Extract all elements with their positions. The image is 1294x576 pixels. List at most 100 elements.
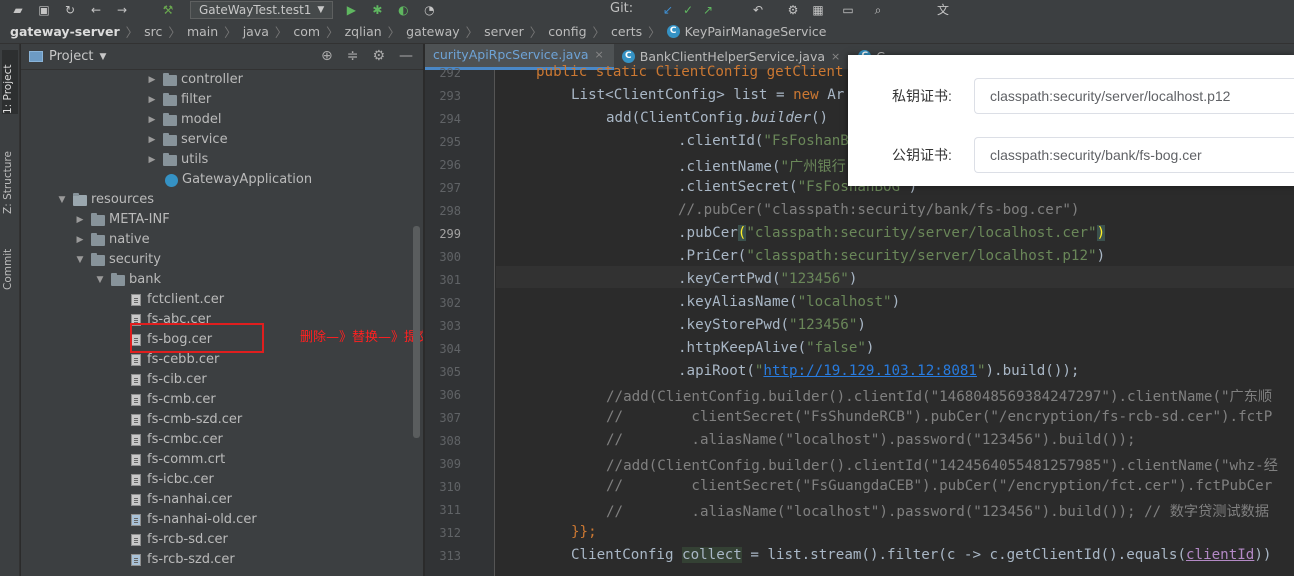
expand-down-icon[interactable]: ▼ bbox=[57, 190, 67, 210]
tree-item[interactable]: ▶ native bbox=[75, 230, 150, 250]
undo-icon[interactable]: ↶ bbox=[750, 3, 766, 17]
git-commit-icon[interactable]: ✓ bbox=[680, 3, 696, 17]
private-cert-input[interactable]: classpath:security/server/localhost.p12 bbox=[974, 78, 1294, 114]
tree-item[interactable]: fs-nanhai.cer bbox=[131, 490, 232, 510]
code-token: ) bbox=[1096, 248, 1106, 264]
tree-item[interactable]: GatewayApplication bbox=[165, 170, 312, 190]
breadcrumb-item[interactable]: gateway-server bbox=[10, 24, 120, 39]
annotation-text: 删除—》替换—》提交—》部署 bbox=[300, 330, 423, 345]
tab-structure[interactable]: Z: Structure bbox=[2, 136, 18, 214]
tree-item[interactable]: fs-icbc.cer bbox=[131, 470, 214, 490]
class-icon: C bbox=[666, 25, 680, 38]
run-configuration-select[interactable]: GateWayTest.test1 ▼ bbox=[190, 1, 334, 19]
debug-icon[interactable]: ✱ bbox=[369, 3, 385, 17]
terminal-icon[interactable]: ▭ bbox=[840, 3, 856, 17]
expand-right-icon[interactable]: ▶ bbox=[147, 110, 157, 130]
code-token: .clientSecret( bbox=[678, 179, 798, 195]
tree-item[interactable]: fs-comm.crt bbox=[131, 450, 225, 470]
minimize-icon[interactable]: — bbox=[399, 48, 413, 64]
structure-icon[interactable]: ▦ bbox=[810, 3, 826, 17]
build-hammer-icon[interactable]: ⚒ bbox=[160, 3, 176, 17]
code-token: Ar bbox=[818, 87, 845, 103]
tree-item[interactable]: fs-rcb-szd.cer bbox=[131, 550, 235, 570]
collapse-all-icon[interactable]: ≑ bbox=[347, 48, 359, 64]
expand-right-icon[interactable]: ▶ bbox=[147, 150, 157, 170]
code-token: // clientSecret("FsGuangdaCEB").pubCer("… bbox=[606, 478, 1273, 494]
forward-arrow-icon[interactable]: → bbox=[114, 3, 130, 17]
public-cert-input[interactable]: classpath:security/bank/fs-bog.cer bbox=[974, 137, 1294, 173]
left-tool-strip: 1: Project Z: Structure Commit bbox=[0, 44, 20, 576]
tree-item[interactable]: ▶ META-INF bbox=[75, 210, 170, 230]
code-token: ) bbox=[857, 317, 866, 333]
breadcrumb-item[interactable]: KeyPairManageService bbox=[685, 24, 827, 39]
tab-project[interactable]: 1: Project bbox=[2, 50, 18, 114]
expand-right-icon[interactable]: ▶ bbox=[75, 230, 85, 250]
tree-item[interactable]: fs-cib.cer bbox=[131, 370, 207, 390]
code-token: // .aliasName("localhost").password("123… bbox=[606, 504, 1270, 520]
wrench-icon[interactable]: ⚙ bbox=[785, 3, 801, 17]
save-icon[interactable]: ▣ bbox=[36, 3, 52, 17]
tree-item[interactable]: ▶ filter bbox=[147, 90, 212, 110]
tree-item-label: fs-rcb-sd.cer bbox=[147, 532, 228, 547]
code-token: ) bbox=[1096, 225, 1106, 241]
public-cert-label: 公钥证书: bbox=[892, 147, 952, 163]
tree-item[interactable]: ▼ security bbox=[75, 250, 161, 270]
tree-item[interactable]: fs-cmb.cer bbox=[131, 390, 216, 410]
expand-right-icon[interactable]: ▶ bbox=[147, 70, 157, 90]
tree-item[interactable]: ▼ resources bbox=[57, 190, 154, 210]
coverage-icon[interactable]: ◐ bbox=[395, 3, 411, 17]
translate-icon[interactable]: 文 bbox=[935, 3, 951, 17]
folder-open-icon[interactable]: ▰ bbox=[10, 3, 26, 17]
tree-item[interactable]: ▶ utils bbox=[147, 150, 209, 170]
folder-icon bbox=[91, 232, 105, 246]
api-root-link[interactable]: http://19.129.103.12:8081 bbox=[763, 363, 977, 379]
code-line-302: .keyAliasName("localhost") bbox=[678, 294, 900, 310]
code-line-294: add(ClientConfig.builder() bbox=[606, 110, 828, 126]
breadcrumb-item[interactable]: main bbox=[187, 24, 218, 39]
tree-item[interactable]: fs-cmb-szd.cer bbox=[131, 410, 242, 430]
search-icon[interactable]: ⌕ bbox=[870, 3, 886, 17]
breadcrumb-item[interactable]: certs bbox=[611, 24, 642, 39]
expand-down-icon[interactable]: ▼ bbox=[95, 270, 105, 290]
project-title[interactable]: Project bbox=[49, 49, 93, 64]
sync-icon[interactable]: ↻ bbox=[62, 3, 78, 17]
breadcrumb-separator: 〉 bbox=[465, 25, 479, 40]
profile-icon[interactable]: ◔ bbox=[421, 3, 437, 17]
breadcrumb-item[interactable]: gateway bbox=[406, 24, 459, 39]
chevron-down-icon[interactable]: ▼ bbox=[99, 52, 106, 62]
code-line-308: // .aliasName("localhost").password("123… bbox=[606, 432, 1136, 448]
tree-item[interactable]: ▶ model bbox=[147, 110, 222, 130]
tree-item[interactable]: fs-cebb.cer bbox=[131, 350, 219, 370]
tree-item[interactable]: ▼ bank bbox=[95, 270, 161, 290]
code-line-296: .clientName("广州银行 bbox=[678, 156, 846, 176]
breadcrumb-item[interactable]: zqlian bbox=[345, 24, 382, 39]
run-icon[interactable]: ▶ bbox=[343, 3, 359, 17]
git-update-icon[interactable]: ↙ bbox=[660, 3, 676, 17]
breadcrumb-item[interactable]: src bbox=[144, 24, 162, 39]
git-push-icon[interactable]: ↗ bbox=[700, 3, 716, 17]
breadcrumb-item[interactable]: java bbox=[243, 24, 269, 39]
resources-folder-icon bbox=[73, 192, 87, 206]
breadcrumb-item[interactable]: com bbox=[293, 24, 320, 39]
tree-item[interactable]: fctclient.cer bbox=[131, 290, 224, 310]
back-arrow-icon[interactable]: ← bbox=[88, 3, 104, 17]
tree-item-label: utils bbox=[181, 152, 209, 167]
expand-right-icon[interactable]: ▶ bbox=[75, 210, 85, 230]
tree-item[interactable]: fs-rcb-sd.cer bbox=[131, 530, 228, 550]
tree-item[interactable]: ▶ controller bbox=[147, 70, 244, 90]
expand-right-icon[interactable]: ▶ bbox=[147, 90, 157, 110]
code-token: "123456" bbox=[789, 317, 858, 333]
breadcrumb-item[interactable]: server bbox=[484, 24, 524, 39]
expand-right-icon[interactable]: ▶ bbox=[147, 130, 157, 150]
tree-item[interactable]: fs-nanhai-old.cer bbox=[131, 510, 257, 530]
tree-item-label: resources bbox=[91, 192, 155, 207]
breadcrumb-item[interactable]: config bbox=[548, 24, 586, 39]
tree-item[interactable]: ▶ service bbox=[147, 130, 228, 150]
tab-commit[interactable]: Commit bbox=[2, 234, 18, 290]
locate-icon[interactable]: ⊕ bbox=[321, 48, 333, 64]
scrollbar-thumb[interactable] bbox=[413, 226, 420, 438]
gear-icon[interactable]: ⚙ bbox=[372, 48, 385, 64]
expand-down-icon[interactable]: ▼ bbox=[75, 250, 85, 270]
tree-item[interactable]: fs-cmbc.cer bbox=[131, 430, 223, 450]
certificate-file-icon bbox=[131, 534, 141, 546]
